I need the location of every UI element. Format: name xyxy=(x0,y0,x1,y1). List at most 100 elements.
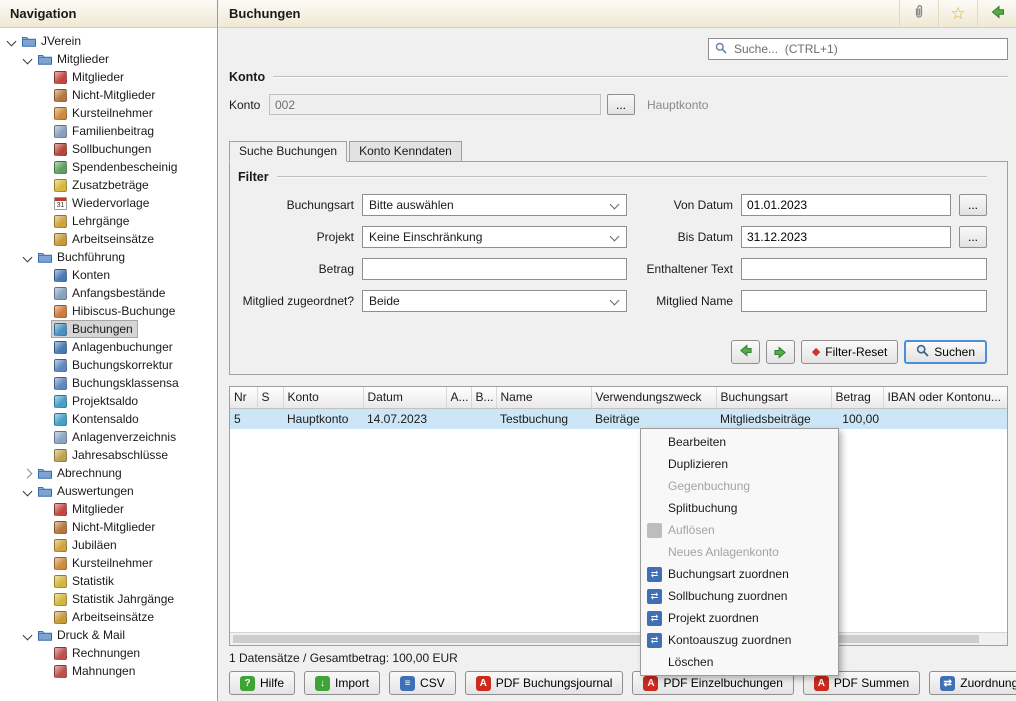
import-button[interactable]: ↓Import xyxy=(304,671,380,695)
menu-item-projekt-zuordnen[interactable]: ⇄Projekt zuordnen xyxy=(643,607,836,629)
tree-item-buchungskorrektur[interactable]: Buchungskorrektur xyxy=(0,356,217,374)
back-button[interactable] xyxy=(977,0,1016,27)
tree-item-buchungen[interactable]: Buchungen xyxy=(0,320,217,338)
tree-item-jahresabschluesse[interactable]: Jahresabschlüsse xyxy=(0,446,217,464)
tree-item-hibiscus-buchunge[interactable]: Hibiscus-Buchunge xyxy=(0,302,217,320)
mitglied-name-input[interactable] xyxy=(741,290,987,312)
tree-item-kursteilnehmer[interactable]: Kursteilnehmer xyxy=(0,554,217,572)
column-header-iban-oder-kontonu[interactable]: IBAN oder Kontonu... xyxy=(883,387,1008,408)
collapse-arrow-icon[interactable] xyxy=(20,250,35,265)
menu-item-buchungsart-zuordnen[interactable]: ⇄Buchungsart zuordnen xyxy=(643,563,836,585)
search-input[interactable] xyxy=(732,41,1001,57)
tree-item-content: Buchungsklassensa xyxy=(51,374,184,392)
tree-item-arbeitseinsaetze[interactable]: Arbeitseinsätze xyxy=(0,230,217,248)
collapse-arrow-icon[interactable] xyxy=(20,484,35,499)
column-header-nr[interactable]: Nr xyxy=(230,387,257,408)
menu-item-kontoauszug-zuordnen[interactable]: ⇄Kontoauszug zuordnen xyxy=(643,629,836,651)
favorite-button[interactable]: ☆ xyxy=(938,0,977,27)
column-header-s[interactable]: S xyxy=(257,387,283,408)
tree-item-label: Druck & Mail xyxy=(57,628,125,642)
tree-item-zusatzbetraege[interactable]: Zusatzbeträge xyxy=(0,176,217,194)
tree-item-statistik-jahrgaenge[interactable]: Statistik Jahrgänge xyxy=(0,590,217,608)
tree-item-buchungsklassensa[interactable]: Buchungsklassensa xyxy=(0,374,217,392)
collapse-arrow-icon[interactable] xyxy=(4,34,19,49)
bis-datum-input[interactable] xyxy=(741,226,951,248)
tree-item-rechnungen[interactable]: Rechnungen xyxy=(0,644,217,662)
menu-item-sollbuchung-zuordnen[interactable]: ⇄Sollbuchung zuordnen xyxy=(643,585,836,607)
tree-item-sollbuchungen[interactable]: Sollbuchungen xyxy=(0,140,217,158)
tree-item-anlagenverzeichnis[interactable]: Anlagenverzeichnis xyxy=(0,428,217,446)
tree-item-nicht-mitglieder[interactable]: Nicht-Mitglieder xyxy=(0,518,217,536)
csv-button[interactable]: ≡CSV xyxy=(389,671,456,695)
projekt-select[interactable]: Keine Einschränkung xyxy=(362,226,627,248)
filter-reset-button[interactable]: ◆ Filter-Reset xyxy=(801,340,898,364)
menu-item-loeschen[interactable]: Löschen xyxy=(643,651,836,673)
menu-item-label: Projekt zuordnen xyxy=(668,611,759,625)
column-header-konto[interactable]: Konto xyxy=(283,387,363,408)
bookings-table-area: NrSKontoDatumA...B...NameVerwendungszwec… xyxy=(229,386,1008,646)
mitglied-zugeordnet-select[interactable]: Beide xyxy=(362,290,627,312)
menu-item-duplizieren[interactable]: Duplizieren xyxy=(643,453,836,475)
menu-item-splitbuchung[interactable]: Splitbuchung xyxy=(643,497,836,519)
hilfe-button[interactable]: ?Hilfe xyxy=(229,671,295,695)
tree-item-anfangsbestaende[interactable]: Anfangsbestände xyxy=(0,284,217,302)
enthaltener-text-input[interactable] xyxy=(741,258,987,280)
suchen-button[interactable]: Suchen xyxy=(904,340,987,364)
tree-item-jverein[interactable]: JVerein xyxy=(0,32,217,50)
tree-item-buchfuehrung[interactable]: Buchführung xyxy=(0,248,217,266)
column-header-betrag[interactable]: Betrag xyxy=(831,387,883,408)
tree-item-projektsaldo[interactable]: Projektsaldo xyxy=(0,392,217,410)
tree-item-arbeitseinsaetze[interactable]: Arbeitseinsätze xyxy=(0,608,217,626)
tree-indent xyxy=(36,502,51,517)
attachments-button[interactable] xyxy=(899,0,938,27)
von-datum-input[interactable] xyxy=(741,194,951,216)
menu-item-bearbeiten[interactable]: Bearbeiten xyxy=(643,431,836,453)
column-header-a[interactable]: A... xyxy=(446,387,471,408)
betrag-input[interactable] xyxy=(362,258,627,280)
tree-indent xyxy=(36,268,51,283)
collapse-arrow-icon[interactable] xyxy=(20,52,35,67)
konto-browse-button[interactable]: ... xyxy=(607,94,635,115)
tree-indent xyxy=(36,664,51,679)
tree-indent xyxy=(36,376,51,391)
column-header-buchungsart[interactable]: Buchungsart xyxy=(716,387,831,408)
tree-item-statistik[interactable]: Statistik xyxy=(0,572,217,590)
previous-page-button[interactable] xyxy=(731,340,760,364)
tree-item-spendenbescheinig[interactable]: Spendenbescheinig xyxy=(0,158,217,176)
tree-item-mitglieder[interactable]: Mitglieder xyxy=(0,50,217,68)
tree-item-wiedervorlage[interactable]: 31Wiedervorlage xyxy=(0,194,217,212)
collapse-arrow-icon[interactable] xyxy=(20,628,35,643)
tree-item-label: JVerein xyxy=(41,34,81,48)
expand-arrow-icon[interactable] xyxy=(20,466,35,481)
tree-item-konten[interactable]: Konten xyxy=(0,266,217,284)
column-header-b[interactable]: B... xyxy=(471,387,496,408)
horizontal-scrollbar[interactable] xyxy=(230,632,1007,645)
tree-item-lehrgaenge[interactable]: Lehrgänge xyxy=(0,212,217,230)
tree-item-auswertungen[interactable]: Auswertungen xyxy=(0,482,217,500)
zuordnung-button[interactable]: ⇄Zuordnung xyxy=(929,671,1016,695)
scrollbar-thumb[interactable] xyxy=(233,635,979,643)
tree-item-mitglieder[interactable]: Mitglieder xyxy=(0,500,217,518)
column-header-datum[interactable]: Datum xyxy=(363,387,446,408)
bis-datum-calendar-button[interactable]: ... xyxy=(959,226,987,248)
table-row[interactable]: 5Hauptkonto14.07.2023TestbuchungBeiträge… xyxy=(230,408,1008,429)
column-header-name[interactable]: Name xyxy=(496,387,591,408)
pdf-buchungsjournal-button[interactable]: APDF Buchungsjournal xyxy=(465,671,624,695)
tree-item-abrechnung[interactable]: Abrechnung xyxy=(0,464,217,482)
tree-item-label: Sollbuchungen xyxy=(72,142,151,156)
tree-item-jubilaeen[interactable]: Jubiläen xyxy=(0,536,217,554)
buchungsart-select[interactable]: Bitte auswählen xyxy=(362,194,627,216)
tree-item-familienbeitrag[interactable]: Familienbeitrag xyxy=(0,122,217,140)
tree-item-kursteilnehmer[interactable]: Kursteilnehmer xyxy=(0,104,217,122)
tree-item-nicht-mitglieder[interactable]: Nicht-Mitglieder xyxy=(0,86,217,104)
tree-item-kontensaldo[interactable]: Kontensaldo xyxy=(0,410,217,428)
tree-item-druck-mail[interactable]: Druck & Mail xyxy=(0,626,217,644)
von-datum-calendar-button[interactable]: ... xyxy=(959,194,987,216)
next-page-button[interactable] xyxy=(766,340,795,364)
tree-item-anlagenbuchunger[interactable]: Anlagenbuchunger xyxy=(0,338,217,356)
tab-konto-kenndaten[interactable]: Konto Kenndaten xyxy=(349,141,462,162)
tab-suche-buchungen[interactable]: Suche Buchungen xyxy=(229,141,347,162)
tree-item-mahnungen[interactable]: Mahnungen xyxy=(0,662,217,680)
column-header-verwendungszweck[interactable]: Verwendungszweck xyxy=(591,387,716,408)
tree-item-mitglieder[interactable]: Mitglieder xyxy=(0,68,217,86)
